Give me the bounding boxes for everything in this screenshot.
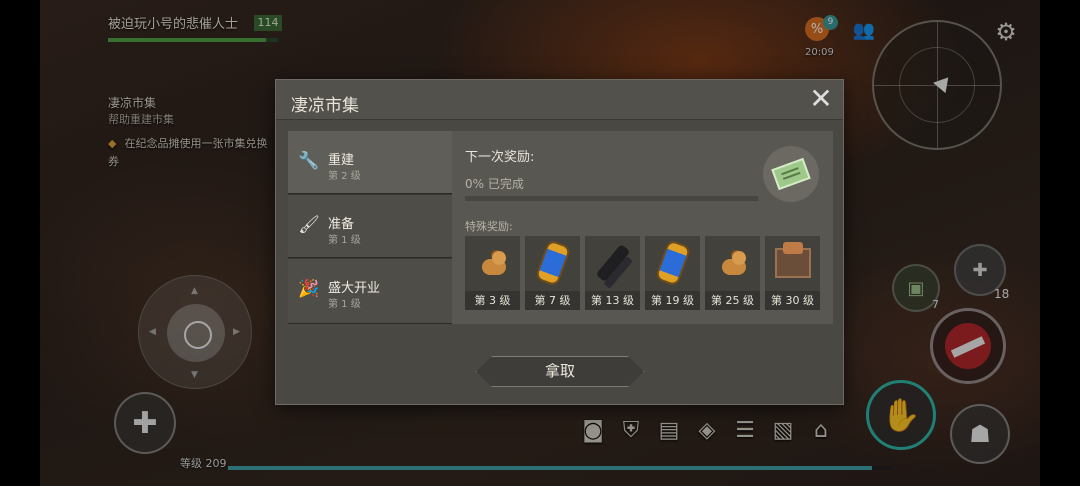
collect-button[interactable]: 拿取 — [476, 356, 644, 387]
stage-item-grand-opening[interactable]: 🎉 盛大开业 第 1 级 — [288, 259, 452, 324]
milestone-label: 第 25 级 — [705, 291, 760, 310]
dog-icon — [718, 249, 748, 277]
stage-name: 盛大开业 — [328, 281, 381, 296]
milestone-label: 第 7 级 — [525, 291, 580, 310]
milestone-label: 第 30 级 — [765, 291, 820, 310]
content-panel: 🔧 重建 第 2 级 🖌 准备 第 1 级 🎉 盛大开业 第 1 级 下一次奖励… — [288, 131, 833, 324]
wrench-icon: 🔧 — [298, 151, 320, 171]
stage-list: 🔧 重建 第 2 级 🖌 准备 第 1 级 🎉 盛大开业 第 1 级 — [288, 131, 452, 324]
progress-text: 0% 已完成 — [465, 177, 524, 191]
capsule-icon — [656, 241, 689, 285]
stage-item-rebuild[interactable]: 🔧 重建 第 2 级 — [288, 131, 452, 194]
milestone-list: 第 3 级 第 7 级 第 13 级 第 19 级 第 25 级 第 30 级 — [465, 236, 820, 310]
brush-icon: 🖌 — [298, 215, 320, 235]
reward-panel: 下一次奖励: 0% 已完成 特殊奖励: 第 3 级 第 7 级 第 13 级 第… — [452, 131, 833, 324]
collect-button-label: 拿取 — [544, 362, 575, 380]
dialog-header: 凄凉市集 ✕ — [276, 80, 843, 120]
milestone-item[interactable]: 第 13 级 — [585, 236, 640, 310]
dog-icon — [478, 249, 508, 277]
progress-bar — [465, 196, 758, 201]
milestone-item[interactable]: 第 3 级 — [465, 236, 520, 310]
capsule-icon — [536, 241, 569, 285]
silencer-icon — [595, 243, 630, 283]
milestone-label: 第 13 级 — [585, 291, 640, 310]
stage-name: 准备 — [328, 217, 355, 232]
stage-level: 第 1 级 — [328, 235, 361, 246]
milestone-item[interactable]: 第 7 级 — [525, 236, 580, 310]
market-dialog: 凄凉市集 ✕ 🔧 重建 第 2 级 🖌 准备 第 1 级 🎉 盛大开业 第 1 … — [275, 79, 844, 405]
special-rewards-label: 特殊奖励: — [465, 220, 513, 233]
stage-name: 重建 — [328, 153, 355, 168]
crate-icon — [774, 242, 811, 278]
stage-item-prepare[interactable]: 🖌 准备 第 1 级 — [288, 195, 452, 258]
stage-level: 第 1 级 — [328, 299, 361, 310]
stage-level: 第 2 级 — [328, 171, 361, 182]
milestone-item[interactable]: 第 19 级 — [645, 236, 700, 310]
voucher-icon — [771, 157, 811, 191]
milestone-item[interactable]: 第 25 级 — [705, 236, 760, 310]
milestone-label: 第 19 级 — [645, 291, 700, 310]
milestone-label: 第 3 级 — [465, 291, 520, 310]
market-voucher-reward[interactable] — [763, 146, 819, 202]
milestone-item[interactable]: 第 30 级 — [765, 236, 820, 310]
party-popper-icon: 🎉 — [298, 279, 320, 299]
dialog-title: 凄凉市集 — [291, 96, 359, 116]
close-icon[interactable]: ✕ — [807, 85, 835, 114]
next-reward-label: 下一次奖励: — [465, 150, 535, 165]
